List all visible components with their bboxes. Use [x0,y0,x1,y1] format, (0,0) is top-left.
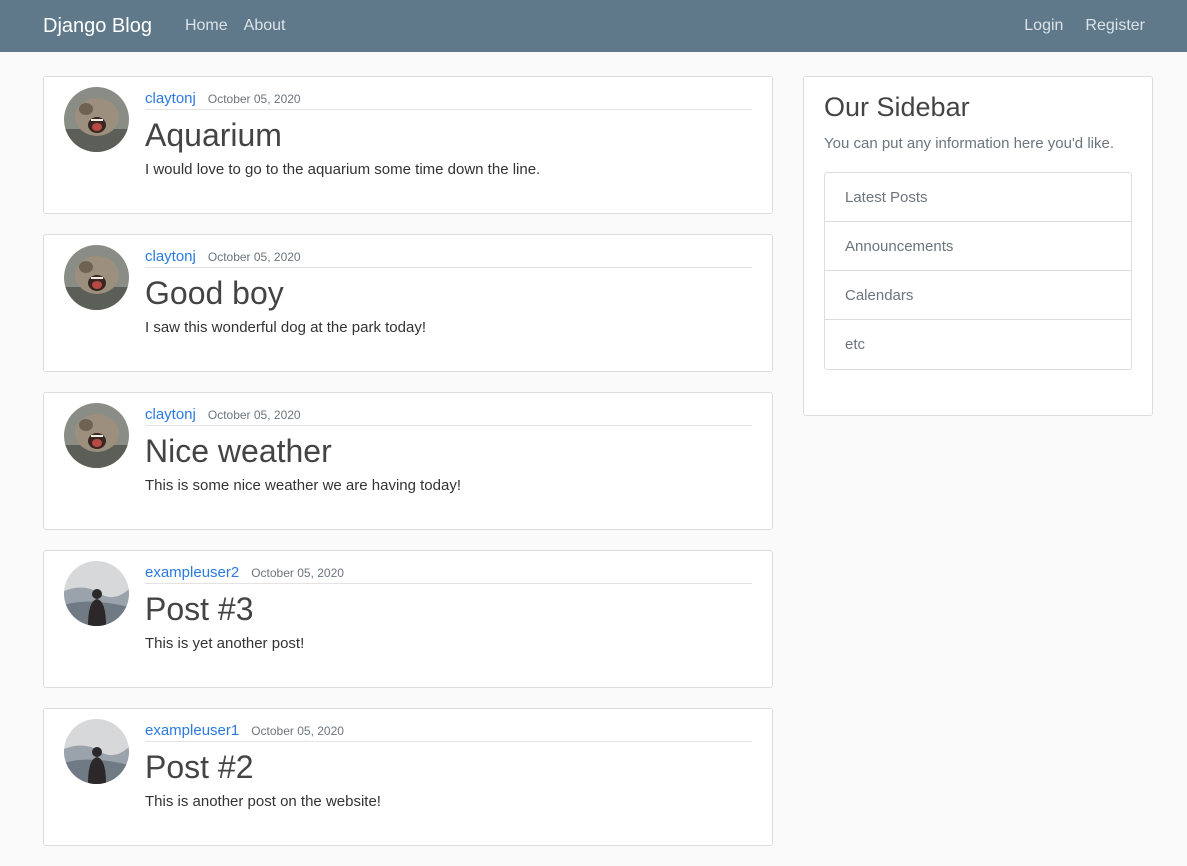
post-body: exampleuser1 October 05, 2020 Post #2 Th… [145,722,752,812]
author-link[interactable]: claytonj [145,248,196,265]
sidebar-item-latest-posts[interactable]: Latest Posts [825,173,1131,222]
person-avatar [64,719,129,784]
post-meta: claytonj October 05, 2020 [145,90,752,110]
nav-register-link[interactable]: Register [1085,17,1145,35]
nav-right: Login Register [1024,17,1145,35]
post-date: October 05, 2020 [207,250,301,264]
bear-avatar [64,245,129,310]
author-link[interactable]: claytonj [145,406,196,423]
nav-left: Home About [185,17,286,35]
post-body: claytonj October 05, 2020 Nice weather T… [145,406,752,496]
post-content: This is yet another post! [145,635,305,652]
bear-avatar [64,87,129,152]
bear-avatar [64,403,129,468]
post-meta: claytonj October 05, 2020 [145,248,752,268]
post-title[interactable]: Post #2 [145,748,752,786]
post-date: October 05, 2020 [251,566,344,580]
author-link[interactable]: claytonj [145,90,196,107]
sidebar-title: Our Sidebar [824,92,970,122]
post-card: claytonj October 05, 2020 Nice weather T… [43,392,773,530]
sidebar-text: You can put any information here you'd l… [824,135,1114,152]
post-date: October 05, 2020 [207,92,301,106]
post-title[interactable]: Nice weather [145,432,752,470]
post-body: claytonj October 05, 2020 Good boy I saw… [145,248,752,338]
post-title[interactable]: Good boy [145,274,752,312]
navbar: Django Blog Home About Login Register [0,0,1187,52]
person-avatar [64,561,129,626]
post-content: I would love to go to the aquarium some … [145,161,541,178]
post-content: This is some nice weather we are having … [145,477,461,494]
post-date: October 05, 2020 [251,724,344,738]
post-title[interactable]: Post #3 [145,590,752,628]
post-meta: exampleuser2 October 05, 2020 [145,564,752,584]
post-date: October 05, 2020 [207,408,301,422]
post-content: I saw this wonderful dog at the park tod… [145,319,426,336]
post-title[interactable]: Aquarium [145,116,752,154]
sidebar-item-etc[interactable]: etc [825,320,1131,369]
post-card: claytonj October 05, 2020 Good boy I saw… [43,234,773,372]
sidebar-item-announcements[interactable]: Announcements [825,222,1131,271]
author-link[interactable]: exampleuser1 [145,722,239,739]
post-meta: claytonj October 05, 2020 [145,406,752,426]
post-card: claytonj October 05, 2020 Aquarium I wou… [43,76,773,214]
sidebar-item-calendars[interactable]: Calendars [825,271,1131,320]
post-body: exampleuser2 October 05, 2020 Post #3 Th… [145,564,752,654]
sidebar-list: Latest Posts Announcements Calendars etc [824,172,1132,370]
nav-login-link[interactable]: Login [1024,17,1063,35]
nav-home-link[interactable]: Home [185,17,228,35]
post-list: claytonj October 05, 2020 Aquarium I wou… [43,76,773,866]
sidebar: Our Sidebar You can put any information … [803,76,1153,416]
nav-about-link[interactable]: About [244,17,286,35]
post-card: exampleuser2 October 05, 2020 Post #3 Th… [43,550,773,688]
post-body: claytonj October 05, 2020 Aquarium I wou… [145,90,752,180]
post-card: exampleuser1 October 05, 2020 Post #2 Th… [43,708,773,846]
post-meta: exampleuser1 October 05, 2020 [145,722,752,742]
brand-link[interactable]: Django Blog [43,15,152,38]
main-container: claytonj October 05, 2020 Aquarium I wou… [0,52,1187,846]
post-content: This is another post on the website! [145,793,381,810]
author-link[interactable]: exampleuser2 [145,564,239,581]
